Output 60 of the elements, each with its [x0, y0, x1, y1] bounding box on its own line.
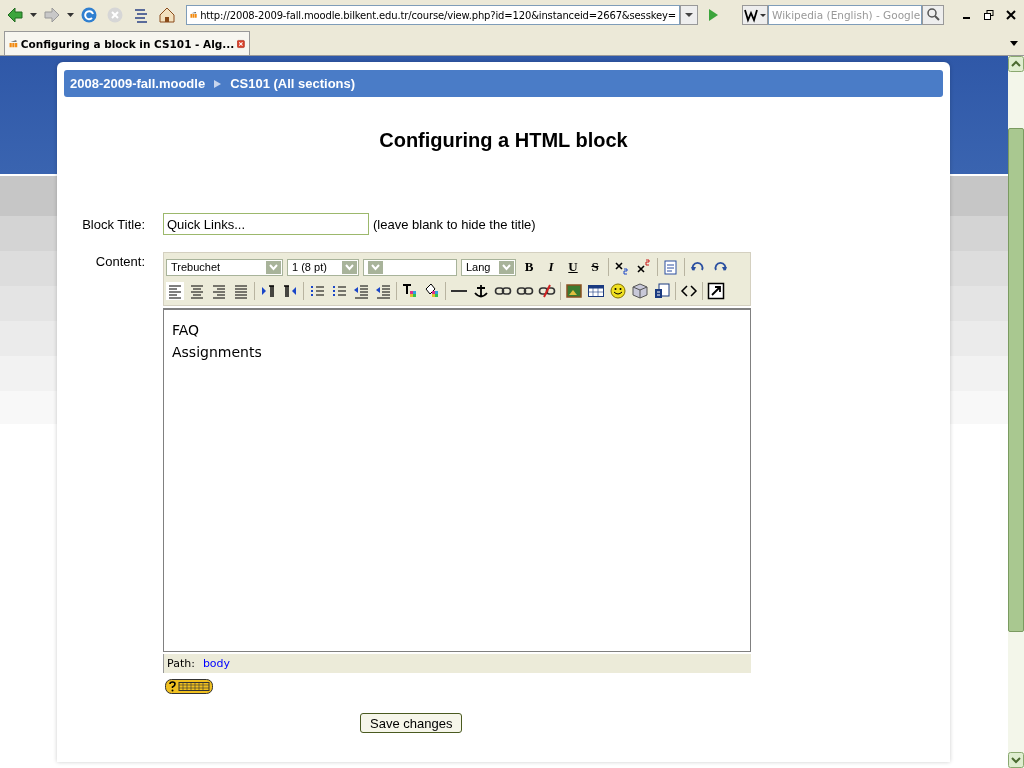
align-justify-icon[interactable]	[232, 282, 250, 300]
breadcrumb-link[interactable]: CS101 (All sections)	[230, 76, 356, 91]
dropdown-caret-icon	[342, 260, 357, 274]
table-icon[interactable]	[587, 282, 605, 300]
reload-icon[interactable]	[80, 6, 98, 24]
smiley-icon[interactable]	[609, 282, 627, 300]
scroll-up-icon[interactable]	[1008, 56, 1024, 72]
home-icon[interactable]	[158, 6, 176, 24]
address-bar[interactable]: http://2008-2009-fall.moodle.bilkent.edu.tr/course/view.php?id=120&instanceid=2667&sesskey=	[186, 5, 680, 25]
restore-icon[interactable]	[984, 10, 994, 20]
format-button[interactable]: B	[520, 258, 538, 276]
breadcrumb-link[interactable]: 2008-2009-fall.moodle	[70, 76, 206, 91]
align-center-icon[interactable]	[188, 282, 206, 300]
format-button[interactable]: U	[564, 258, 582, 276]
block-title-label: Block Title:	[81, 216, 145, 232]
outdent-icon[interactable]	[352, 282, 370, 300]
save-changes-button[interactable]: Save changes	[360, 713, 463, 733]
rtl-icon[interactable]	[281, 282, 299, 300]
image-icon[interactable]	[565, 282, 583, 300]
text-color-icon[interactable]	[401, 282, 419, 300]
block-title-field[interactable]: Quick Links...	[163, 213, 369, 235]
block-title-hint: (leave blank to hide the title)	[373, 216, 536, 232]
content-label: Content:	[94, 254, 145, 269]
ltr-icon[interactable]	[259, 282, 277, 300]
path-label: Path:	[167, 657, 195, 670]
format-button[interactable]: I	[542, 258, 560, 276]
vertical-scrollbar[interactable]	[1008, 56, 1024, 768]
editor-text-line: Assignments	[172, 343, 263, 362]
editor-dropdown[interactable]: Lang	[461, 258, 516, 276]
fill-color-icon[interactable]	[423, 282, 441, 300]
fullscreen-icon[interactable]	[707, 282, 725, 300]
align-right-icon[interactable]	[210, 282, 228, 300]
search-icon[interactable]	[922, 5, 944, 25]
dropdown-caret-icon[interactable]	[30, 13, 37, 17]
editor-text-line: FAQ	[172, 321, 201, 340]
editor-text-area[interactable]: FAQ Assignments	[163, 308, 751, 652]
page-heading: Configuring a HTML block	[378, 129, 629, 152]
back-arrow-icon[interactable]	[6, 6, 24, 24]
align-left-icon[interactable]	[166, 282, 184, 300]
path-link[interactable]: body	[202, 657, 231, 670]
scroll-down-icon[interactable]	[1008, 752, 1024, 768]
dropdown-caret-icon	[499, 260, 514, 274]
indent-icon[interactable]	[374, 282, 392, 300]
search-engine-icon[interactable]	[742, 5, 768, 25]
scrollbar-thumb[interactable]	[1008, 128, 1024, 632]
breadcrumb-separator-icon	[214, 79, 222, 88]
dropdown-caret-icon[interactable]	[67, 13, 74, 17]
editor-dropdown[interactable]: 1 (8 pt)	[287, 258, 359, 276]
cube-icon[interactable]	[631, 282, 649, 300]
tab-list-caret-icon[interactable]	[1010, 41, 1018, 46]
dropdown-button-icon[interactable]	[680, 5, 698, 25]
format-button[interactable]: S	[586, 258, 604, 276]
no-link-icon[interactable]	[538, 282, 556, 300]
keyboard-help-icon[interactable]	[165, 679, 213, 694]
dropdown-caret-icon	[368, 260, 383, 274]
anchor-icon[interactable]	[472, 282, 490, 300]
dropdown-caret-icon	[266, 260, 281, 274]
browser-tab[interactable]: Configuring a block in CS101 - Alg...	[4, 31, 250, 55]
close-icon[interactable]	[1006, 10, 1016, 20]
editor-dropdown[interactable]: Trebuchet	[166, 258, 283, 276]
